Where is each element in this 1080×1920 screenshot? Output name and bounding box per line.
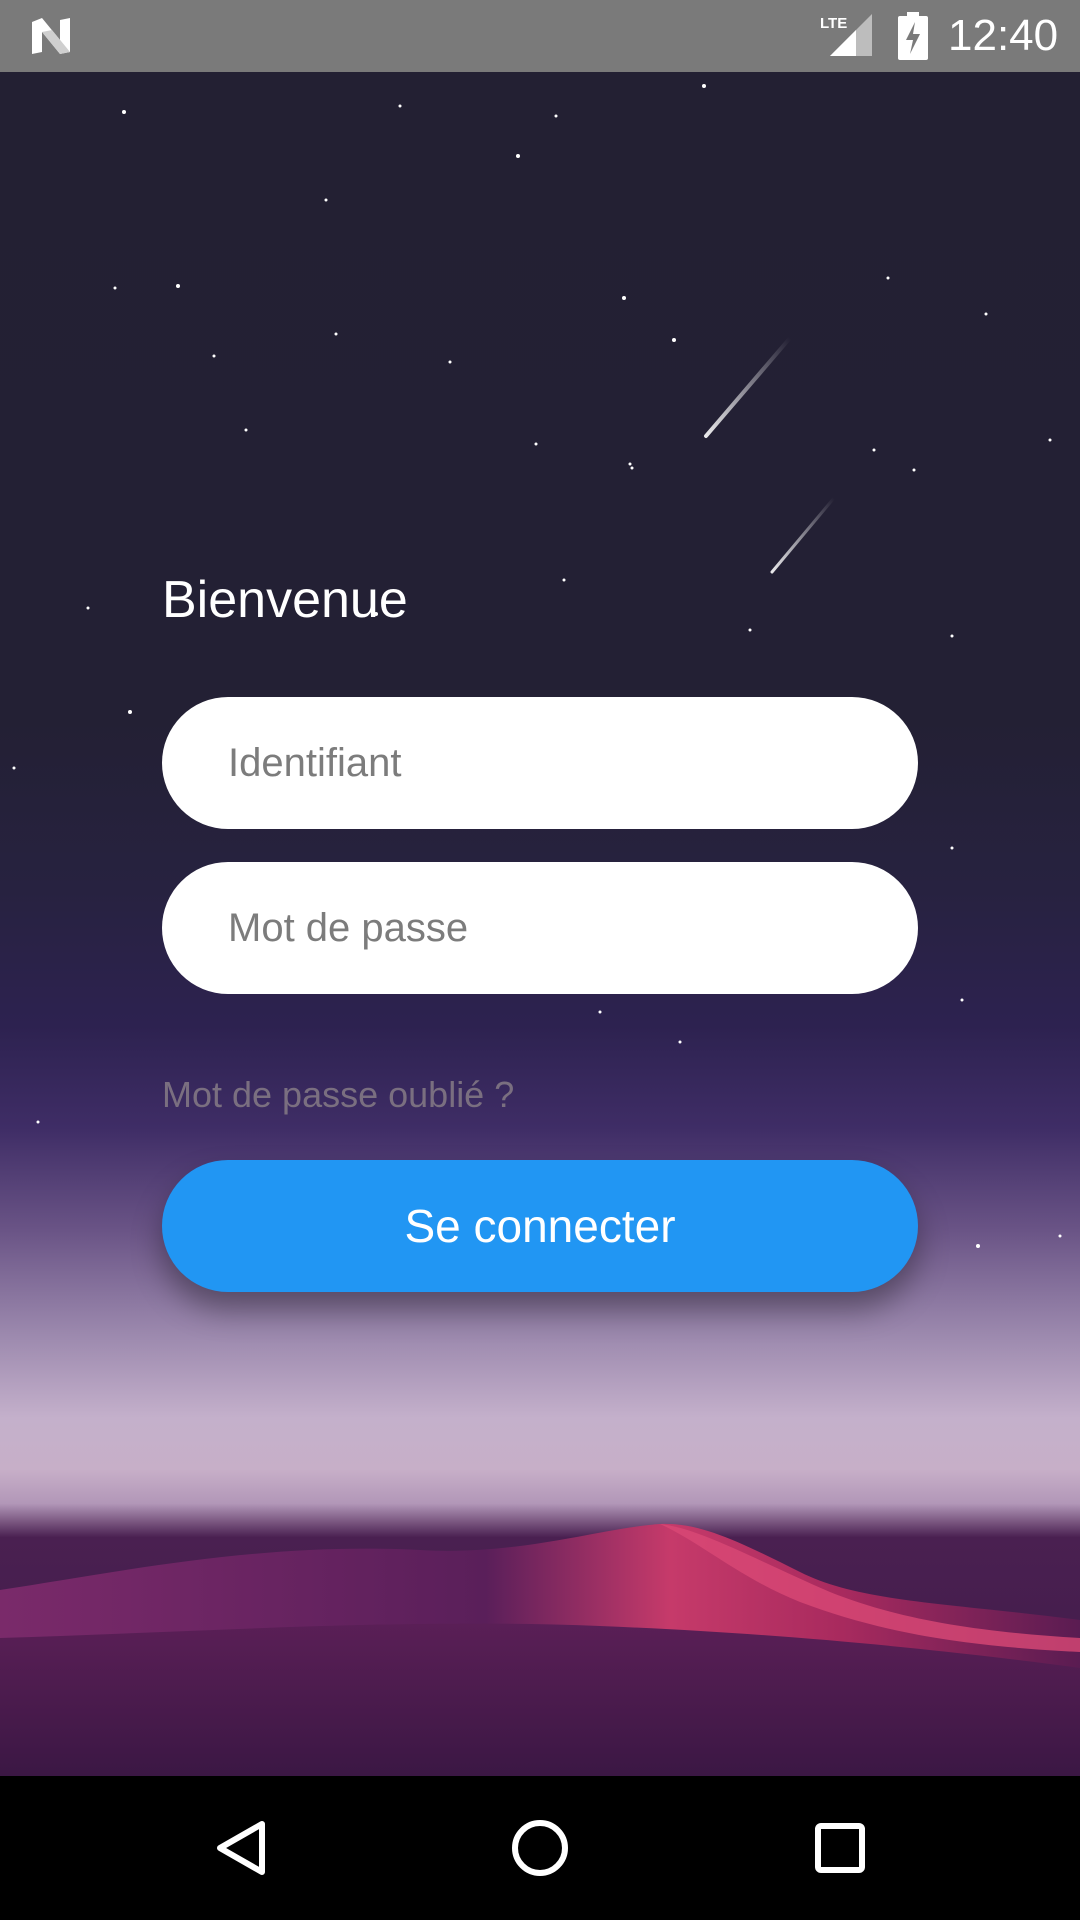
forgot-password-link[interactable]: Mot de passe oublié ? bbox=[162, 1070, 514, 1120]
clock: 12:40 bbox=[948, 11, 1059, 60]
android-n-logo-icon bbox=[32, 18, 70, 54]
battery-charging-icon bbox=[898, 12, 928, 60]
meteor-2 bbox=[770, 496, 836, 574]
welcome-title: Bienvenue bbox=[162, 571, 408, 629]
back-triangle-icon bbox=[217, 1821, 265, 1875]
status-bar: LTE 12:40 bbox=[0, 0, 1080, 72]
back-button[interactable] bbox=[190, 1798, 290, 1898]
svg-text:LTE: LTE bbox=[820, 15, 847, 32]
recent-apps-button[interactable] bbox=[790, 1798, 890, 1898]
navigation-bar bbox=[0, 1776, 1080, 1920]
login-screen: LTE 12:40 Bienvenue Identifiant Mot de p… bbox=[0, 0, 1080, 1920]
recent-apps-square-icon bbox=[815, 1823, 865, 1873]
meteor-1 bbox=[704, 336, 792, 438]
home-button[interactable] bbox=[490, 1798, 590, 1898]
username-input[interactable] bbox=[162, 697, 918, 829]
password-input[interactable] bbox=[162, 862, 918, 994]
home-circle-icon bbox=[512, 1820, 568, 1876]
login-button[interactable]: Se connecter bbox=[162, 1160, 918, 1292]
lte-signal-icon: LTE bbox=[820, 14, 872, 56]
